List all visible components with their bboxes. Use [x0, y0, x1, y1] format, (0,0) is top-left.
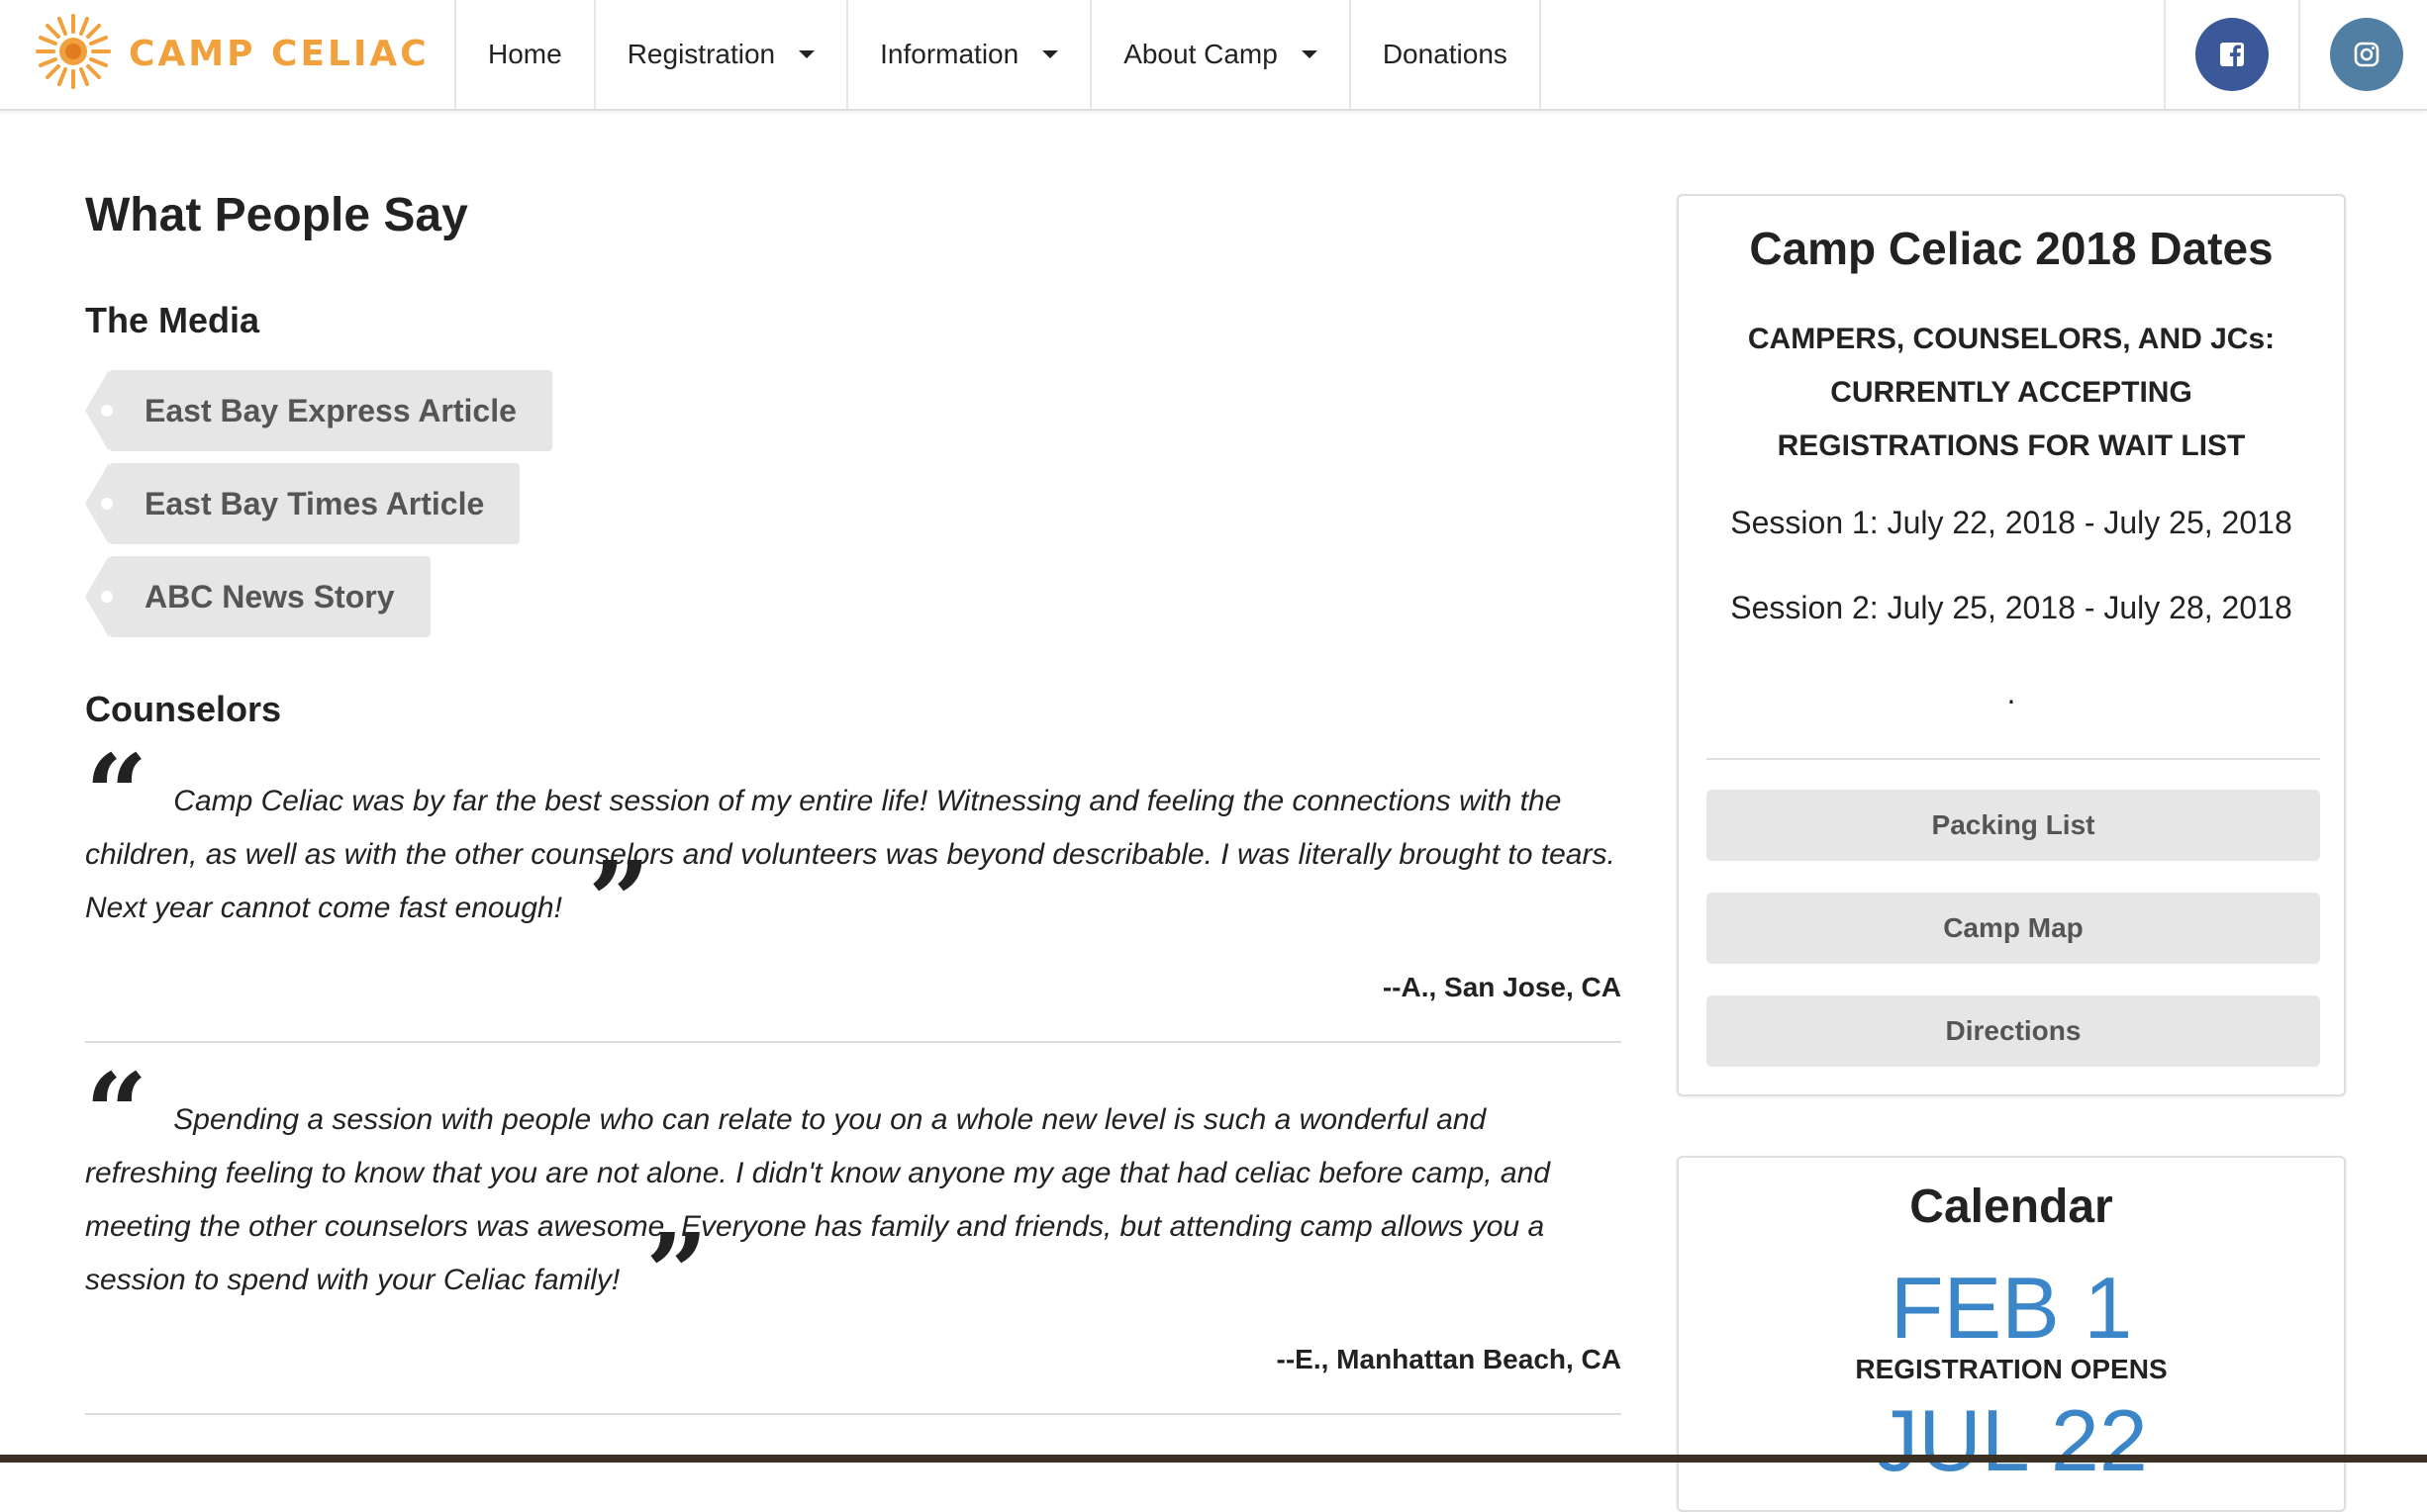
- nav-about-camp-label: About Camp: [1123, 39, 1278, 69]
- nav-registration[interactable]: Registration: [593, 0, 846, 109]
- testimonial-text: Spending a session with people who can r…: [85, 1103, 1550, 1296]
- nav-information[interactable]: Information: [846, 0, 1090, 109]
- session-2-dates: Session 2: July 25, 2018 - July 28, 2018: [1730, 590, 2292, 625]
- nav-information-label: Information: [880, 39, 1019, 69]
- notice-line: CURRENTLY ACCEPTING: [1830, 376, 2192, 409]
- testimonial-divider: [85, 1413, 1621, 1415]
- separator-dot: .: [2006, 675, 2016, 710]
- media-link-east-bay-times[interactable]: East Bay Times Article: [84, 463, 521, 544]
- nav-donations-label: Donations: [1382, 39, 1507, 69]
- session-1-dates: Session 1: July 22, 2018 - July 25, 2018: [1730, 505, 2292, 540]
- testimonial-author: --A., San Jose, CA: [1382, 972, 1621, 1002]
- testimonial-divider: [85, 1041, 1621, 1043]
- top-navbar: CAMP CELIAC Home Registration Informatio…: [0, 0, 2427, 111]
- main-menu: Home Registration Information About Camp…: [454, 0, 1541, 109]
- packing-list-button[interactable]: Packing List: [1706, 790, 2320, 861]
- directions-button[interactable]: Directions: [1706, 995, 2320, 1067]
- card-divider: [1706, 758, 2320, 760]
- calendar-event-date: FEB 1: [1890, 1259, 2133, 1357]
- instagram-icon: [2330, 18, 2403, 91]
- testimonial: “Camp Celiac was by far the best session…: [85, 730, 1621, 965]
- instagram-link[interactable]: [2298, 0, 2427, 109]
- nav-registration-label: Registration: [627, 39, 776, 69]
- testimonial: “Spending a session with people who can …: [85, 1049, 1621, 1337]
- page-title: What People Say: [85, 189, 468, 241]
- close-quote-icon: ”: [645, 1209, 709, 1337]
- dates-title: Camp Celiac 2018 Dates: [1749, 223, 2274, 274]
- media-link-label: ABC News Story: [145, 578, 395, 614]
- camp-dates-card: Camp Celiac 2018 Dates CAMPERS, COUNSELO…: [1677, 194, 2346, 1096]
- counselors-heading: Counselors: [85, 689, 282, 729]
- facebook-link[interactable]: [2164, 0, 2298, 109]
- notice-line: REGISTRATIONS FOR WAIT LIST: [1777, 429, 2246, 462]
- caret-down-icon: [1042, 50, 1059, 58]
- media-link-east-bay-express[interactable]: East Bay Express Article: [85, 370, 552, 451]
- caret-down-icon: [799, 50, 816, 58]
- open-quote-icon: “: [85, 1049, 148, 1177]
- registration-notice: CAMPERS, COUNSELORS, AND JCs: CURRENTLY …: [1679, 313, 2344, 473]
- camp-map-label: Camp Map: [1943, 912, 2084, 943]
- nav-donations[interactable]: Donations: [1348, 0, 1541, 109]
- nav-home-label: Home: [488, 39, 562, 69]
- camp-map-button[interactable]: Camp Map: [1706, 893, 2320, 964]
- testimonial-text: Camp Celiac was by far the best session …: [85, 785, 1615, 924]
- media-link-abc-news[interactable]: ABC News Story: [85, 556, 431, 637]
- sun-logo-icon: [34, 12, 113, 96]
- media-link-label: East Bay Express Article: [145, 392, 517, 428]
- directions-label: Directions: [1945, 1015, 2082, 1046]
- calendar-event-label: REGISTRATION OPENS: [1855, 1354, 2168, 1384]
- packing-list-label: Packing List: [1931, 809, 2095, 840]
- calendar-title: Calendar: [1909, 1181, 2113, 1233]
- calendar-event-date: JUL 22: [1875, 1391, 2148, 1489]
- close-quote-icon: ”: [587, 837, 651, 965]
- open-quote-icon: “: [85, 730, 148, 858]
- testimonial-author: --E., Manhattan Beach, CA: [1276, 1344, 1621, 1374]
- media-heading: The Media: [85, 300, 260, 340]
- caret-down-icon: [1301, 50, 1317, 58]
- footer-image-edge: [0, 1455, 2427, 1463]
- brand-name: CAMP CELIAC: [129, 33, 430, 74]
- nav-about-camp[interactable]: About Camp: [1090, 0, 1349, 109]
- logo[interactable]: CAMP CELIAC: [34, 13, 430, 91]
- facebook-icon: [2195, 18, 2269, 91]
- nav-home[interactable]: Home: [454, 0, 594, 109]
- notice-line: CAMPERS, COUNSELORS, AND JCs:: [1747, 323, 2276, 355]
- media-link-label: East Bay Times Article: [145, 485, 485, 521]
